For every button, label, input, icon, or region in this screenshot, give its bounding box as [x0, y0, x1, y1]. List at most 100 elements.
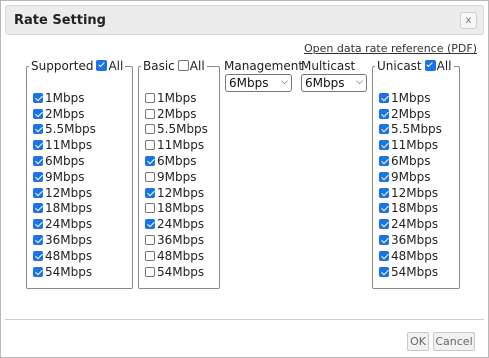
checkbox-checked-icon[interactable]	[145, 156, 155, 167]
checkbox-checked-icon[interactable]	[379, 92, 389, 103]
rate-option[interactable]: 18Mbps	[379, 201, 442, 217]
checkbox-checked-icon[interactable]	[33, 266, 43, 277]
checkbox-checked-icon[interactable]	[33, 219, 43, 230]
ok-button[interactable]: OK	[407, 332, 429, 351]
checkbox-checked-icon[interactable]	[33, 156, 43, 167]
rate-option[interactable]: 9Mbps	[145, 169, 208, 185]
rate-option[interactable]: 5.5Mbps	[145, 122, 208, 138]
checkbox-checked-icon[interactable]	[379, 156, 389, 167]
supported-all-checkbox[interactable]	[96, 60, 108, 71]
rate-option[interactable]: 54Mbps	[33, 264, 96, 280]
rate-label: 24Mbps	[45, 217, 93, 232]
rate-option[interactable]: 6Mbps	[379, 153, 442, 169]
checkbox-checked-icon[interactable]	[33, 108, 43, 119]
rate-option[interactable]: 2Mbps	[33, 106, 96, 122]
rate-label: 36Mbps	[391, 233, 439, 248]
rate-option[interactable]: 11Mbps	[379, 137, 442, 153]
rate-option[interactable]: 2Mbps	[145, 106, 208, 122]
rate-option[interactable]: 1Mbps	[145, 90, 208, 106]
rate-option[interactable]: 24Mbps	[33, 216, 96, 232]
rate-option[interactable]: 48Mbps	[379, 248, 442, 264]
checkbox-checked-icon[interactable]	[379, 124, 389, 135]
rate-label: 9Mbps	[391, 169, 431, 184]
checkbox-checked-icon[interactable]	[145, 219, 155, 230]
rate-option[interactable]: 18Mbps	[145, 201, 208, 217]
rate-option[interactable]: 48Mbps	[145, 248, 208, 264]
rate-option[interactable]: 11Mbps	[145, 137, 208, 153]
supported-legend: Supported All	[29, 59, 125, 73]
checkbox-unchecked-icon[interactable]	[145, 124, 155, 135]
rate-option[interactable]: 12Mbps	[379, 185, 442, 201]
checkbox-checked-icon[interactable]	[33, 171, 43, 182]
rate-option[interactable]: 12Mbps	[145, 185, 208, 201]
checkbox-unchecked-icon[interactable]	[145, 250, 155, 261]
rate-option[interactable]: 48Mbps	[33, 248, 96, 264]
checkbox-checked-icon[interactable]	[33, 235, 43, 246]
checkbox-unchecked-icon[interactable]	[145, 235, 155, 246]
checkbox-checked-icon[interactable]	[379, 203, 389, 214]
checkbox-checked-icon[interactable]	[379, 235, 389, 246]
basic-all-label: All	[189, 59, 205, 73]
chevron-down-icon: ⌵	[356, 77, 363, 87]
chevron-down-icon: ⌵	[281, 77, 288, 87]
checkbox-unchecked-icon[interactable]	[145, 92, 155, 103]
close-icon[interactable]: x	[460, 12, 477, 29]
checkbox-checked-icon[interactable]	[33, 250, 43, 261]
rate-option[interactable]: 24Mbps	[145, 216, 208, 232]
rate-option[interactable]: 9Mbps	[33, 169, 96, 185]
checkbox-checked-icon[interactable]	[379, 108, 389, 119]
rate-option[interactable]: 5.5Mbps	[33, 122, 96, 138]
checkbox-checked-icon[interactable]	[33, 187, 43, 198]
rate-label: 24Mbps	[391, 217, 439, 232]
rate-option[interactable]: 11Mbps	[33, 137, 96, 153]
rate-option[interactable]: 9Mbps	[379, 169, 442, 185]
checkbox-unchecked-icon[interactable]	[145, 266, 155, 277]
checkbox-checked-icon[interactable]	[379, 187, 389, 198]
rate-option[interactable]: 1Mbps	[379, 90, 442, 106]
checkbox-checked-icon[interactable]	[379, 171, 389, 182]
checkbox-checked-icon[interactable]	[33, 203, 43, 214]
checkbox-unchecked-icon[interactable]	[145, 108, 155, 119]
basic-all-checkbox[interactable]	[177, 60, 189, 71]
checkbox-unchecked-icon[interactable]	[145, 140, 155, 151]
rate-label: 36Mbps	[157, 233, 205, 248]
rate-label: 18Mbps	[45, 201, 93, 216]
supported-rate-list: 1Mbps 2Mbps 5.5Mbps 11Mbps 6Mbps 9Mbps 12Mbps 1…	[33, 90, 96, 280]
cancel-button[interactable]: Cancel	[433, 332, 475, 351]
management-rate-select[interactable]: 6Mbps ⌵	[225, 74, 292, 92]
rate-option[interactable]: 36Mbps	[379, 232, 442, 248]
rate-label: 6Mbps	[45, 154, 85, 169]
rate-option[interactable]: 6Mbps	[33, 153, 96, 169]
unicast-all-checkbox[interactable]	[424, 60, 436, 71]
checkbox-unchecked-icon[interactable]	[145, 171, 155, 182]
rate-option[interactable]: 2Mbps	[379, 106, 442, 122]
rate-option[interactable]: 18Mbps	[33, 201, 96, 217]
rate-option[interactable]: 36Mbps	[33, 232, 96, 248]
data-rate-reference-link[interactable]: Open data rate reference (PDF)	[304, 42, 477, 55]
rate-option[interactable]: 24Mbps	[379, 216, 442, 232]
rate-option[interactable]: 36Mbps	[145, 232, 208, 248]
rate-label: 36Mbps	[45, 233, 93, 248]
rate-option[interactable]: 12Mbps	[33, 185, 96, 201]
rate-label: 54Mbps	[391, 264, 439, 279]
rate-option[interactable]: 6Mbps	[145, 153, 208, 169]
checkbox-checked-icon[interactable]	[379, 219, 389, 230]
rate-label: 48Mbps	[45, 248, 93, 263]
checkbox-unchecked-icon[interactable]	[145, 203, 155, 214]
checkbox-checked-icon[interactable]	[33, 92, 43, 103]
rate-option[interactable]: 54Mbps	[379, 264, 442, 280]
rate-label: 48Mbps	[157, 248, 205, 263]
checkbox-checked-icon[interactable]	[379, 266, 389, 277]
rate-option[interactable]: 5.5Mbps	[379, 122, 442, 138]
rate-label: 11Mbps	[157, 138, 205, 153]
checkbox-checked-icon[interactable]	[379, 140, 389, 151]
checkbox-checked-icon[interactable]	[33, 140, 43, 151]
rate-option[interactable]: 1Mbps	[33, 90, 96, 106]
multicast-rate-select[interactable]: 6Mbps ⌵	[301, 74, 367, 92]
rate-setting-dialog: Rate Setting x Open data rate reference …	[0, 0, 489, 358]
checkbox-checked-icon[interactable]	[33, 124, 43, 135]
rate-label: 1Mbps	[157, 90, 197, 105]
rate-option[interactable]: 54Mbps	[145, 264, 208, 280]
checkbox-checked-icon[interactable]	[145, 187, 155, 198]
checkbox-checked-icon[interactable]	[379, 250, 389, 261]
